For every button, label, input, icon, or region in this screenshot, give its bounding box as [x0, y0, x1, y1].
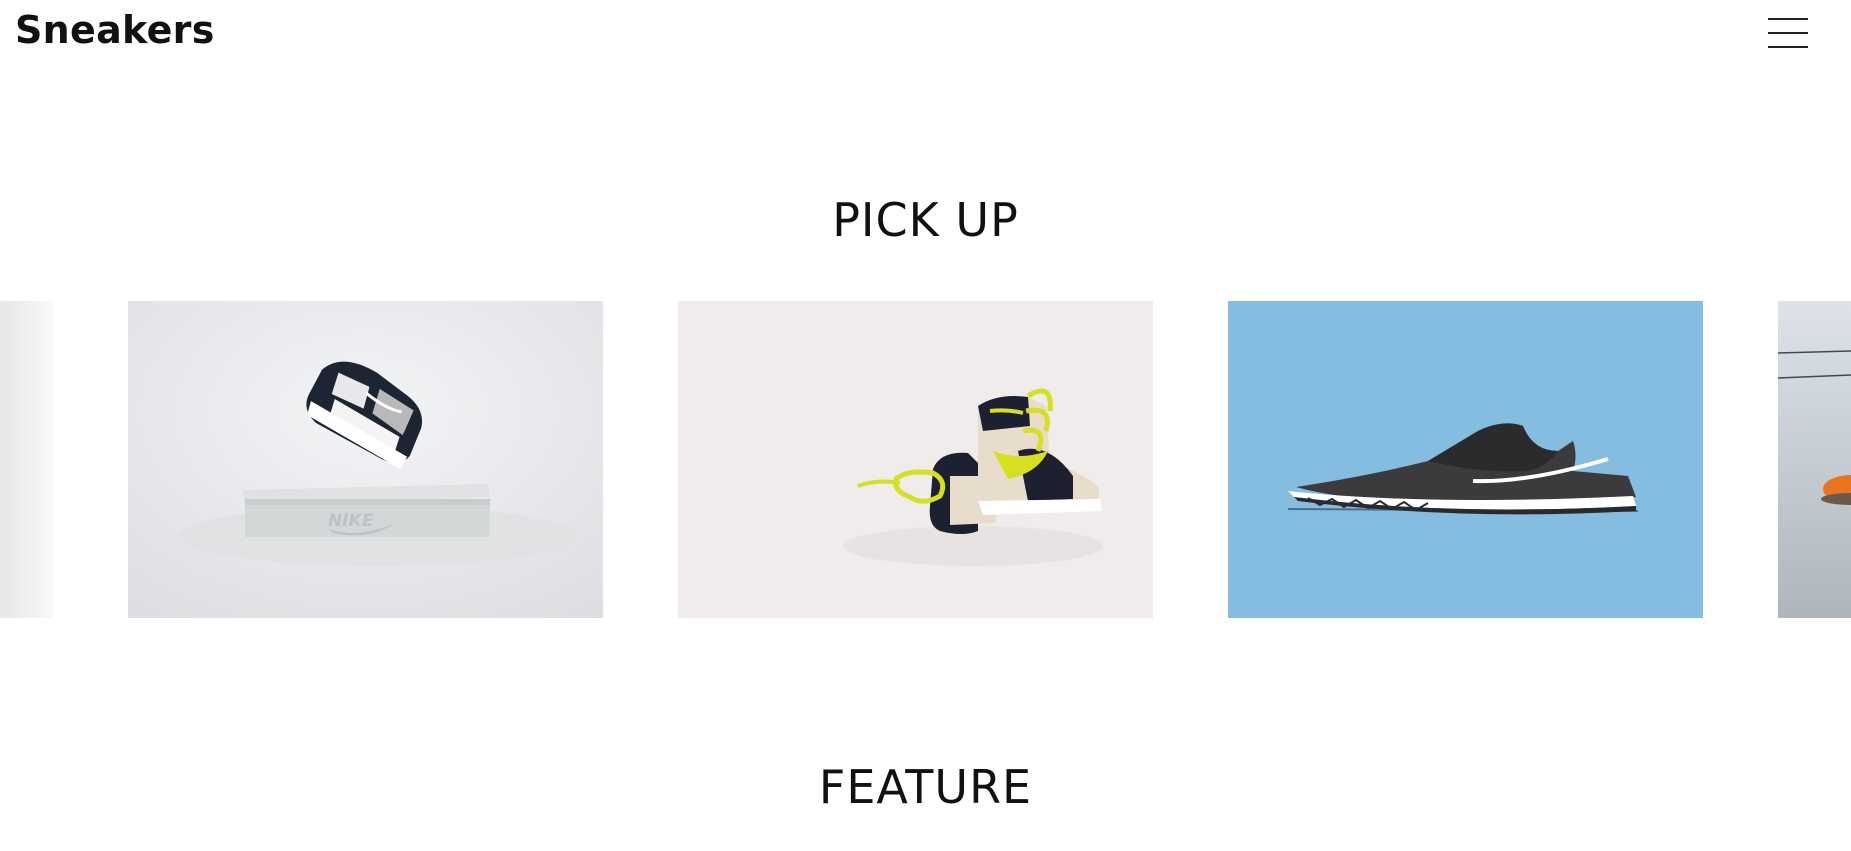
menu-line [1768, 46, 1808, 48]
pickup-carousel[interactable]: NIKE [0, 301, 1851, 618]
carousel-slide-sneaker-on-box[interactable]: NIKE [128, 301, 603, 618]
sneaker-photo [1778, 301, 1851, 618]
sneaker-on-box-photo: NIKE [128, 301, 603, 618]
feature-heading: FEATURE [818, 760, 1033, 814]
svg-text:NIKE: NIKE [328, 511, 374, 531]
hamburger-menu-icon[interactable] [1768, 16, 1808, 50]
sneaker-photo [0, 301, 53, 618]
site-logo[interactable]: Sneakers [15, 8, 215, 52]
carousel-slide-partial-left[interactable] [0, 301, 53, 618]
carousel-slide-yellow-lace-sneakers[interactable] [678, 301, 1153, 618]
page: Sneakers PICK UP NIKE FEATURE [0, 0, 1851, 851]
yellow-lace-sneakers-photo [678, 301, 1153, 618]
carousel-slide-black-sneaker[interactable] [1228, 301, 1703, 618]
black-sneaker-photo [1228, 301, 1703, 618]
pickup-heading: PICK UP [832, 193, 1019, 247]
carousel-slide-partial-right[interactable] [1778, 301, 1851, 618]
site-header: Sneakers [0, 0, 1851, 70]
menu-line [1768, 18, 1808, 20]
menu-line [1768, 32, 1808, 34]
